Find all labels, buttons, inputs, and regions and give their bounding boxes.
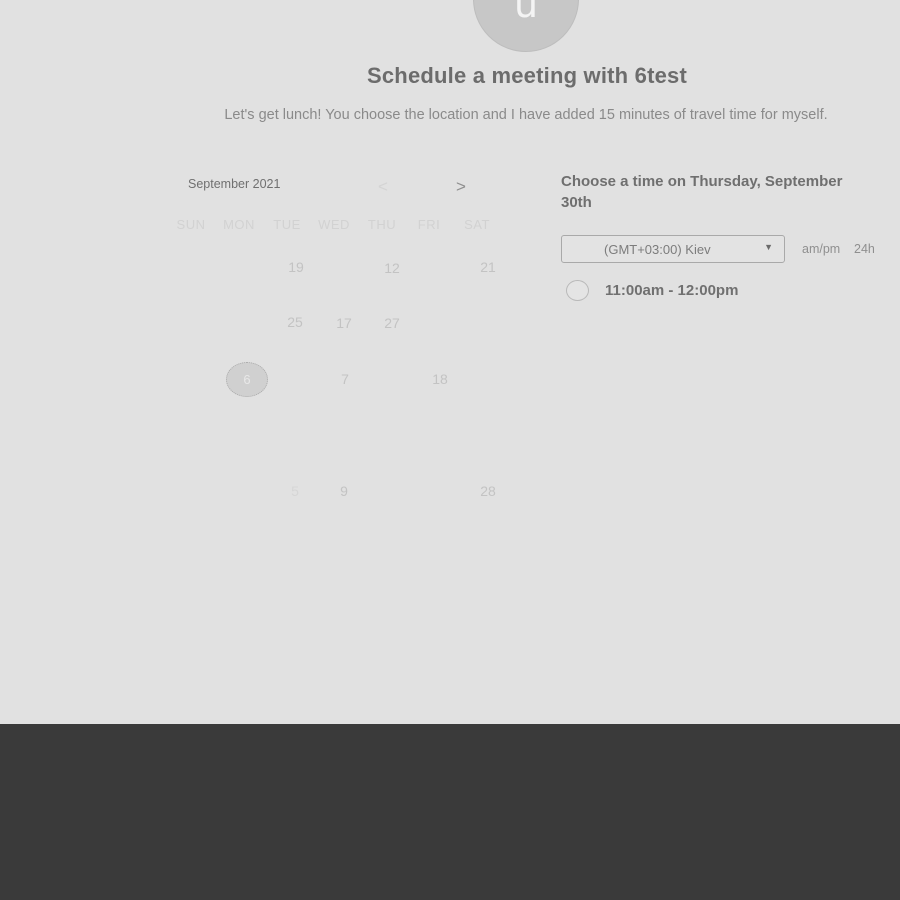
calendar-day[interactable]: 12 bbox=[384, 260, 400, 276]
previous-month-button[interactable]: < bbox=[378, 178, 388, 195]
calendar-month-label: September 2021 bbox=[188, 177, 281, 191]
calendar-day[interactable]: 25 bbox=[287, 314, 303, 330]
scheduling-page: u Schedule a meeting with 6test Let's ge… bbox=[0, 0, 900, 900]
page-footer bbox=[0, 724, 900, 900]
ampm-format-toggle[interactable]: am/pm bbox=[802, 242, 840, 256]
calendar-day[interactable]: 5 bbox=[291, 483, 299, 499]
calendar-day[interactable]: 28 bbox=[480, 483, 496, 499]
next-month-button[interactable]: > bbox=[456, 178, 466, 195]
weekday-mon: MON bbox=[223, 217, 255, 232]
calendar-day[interactable]: 17 bbox=[336, 315, 352, 331]
page-title: Schedule a meeting with 6test bbox=[367, 63, 687, 88]
slots-heading: Choose a time on Thursday, September 30t… bbox=[561, 173, 843, 211]
selected-day[interactable]: 6 bbox=[226, 362, 268, 397]
weekday-sun: SUN bbox=[176, 217, 206, 232]
weekday-sat: SAT bbox=[464, 217, 490, 232]
calendar-day[interactable]: 7 bbox=[341, 371, 349, 387]
host-avatar: u bbox=[473, 0, 579, 52]
weekday-thu: THU bbox=[367, 217, 397, 232]
scheduler-panel: u Schedule a meeting with 6test Let's ge… bbox=[0, 0, 900, 724]
timezone-value: (GMT+03:00) Kiev bbox=[604, 242, 711, 257]
calendar-day[interactable]: 18 bbox=[432, 371, 448, 387]
meeting-description: Let's get lunch! You choose the location… bbox=[224, 107, 828, 123]
weekday-tue: TUE bbox=[273, 217, 301, 232]
timezone-select[interactable]: (GMT+03:00) Kiev ▼ bbox=[561, 235, 785, 263]
avatar-letter: u bbox=[513, 0, 539, 26]
time-slot-label[interactable]: 11:00am - 12:00pm bbox=[605, 282, 738, 299]
weekday-fri: FRI bbox=[417, 217, 441, 232]
calendar-day[interactable]: 19 bbox=[288, 259, 304, 275]
caret-down-icon: ▼ bbox=[764, 242, 773, 252]
time-slot-radio[interactable] bbox=[566, 280, 589, 301]
weekday-wed: WED bbox=[318, 217, 350, 232]
24h-format-toggle[interactable]: 24h bbox=[854, 242, 875, 256]
calendar-day[interactable]: 21 bbox=[480, 259, 496, 275]
calendar-day[interactable]: 27 bbox=[384, 315, 400, 331]
calendar-day[interactable]: 9 bbox=[340, 483, 348, 499]
